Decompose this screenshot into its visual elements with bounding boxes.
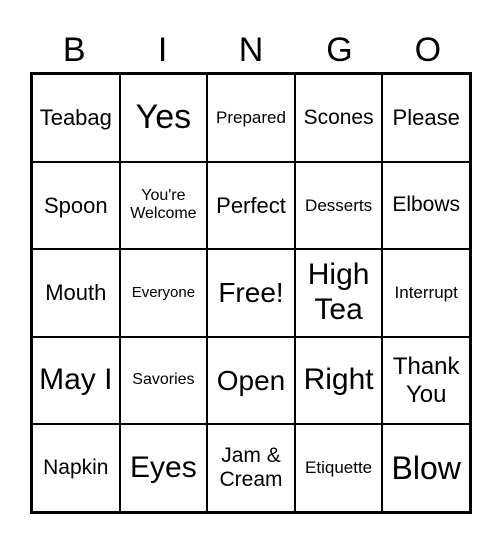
bingo-cell[interactable]: Savories [119,336,208,425]
bingo-cell[interactable]: Yes [119,74,208,162]
header-letter-n: N [238,31,264,69]
bingo-cell[interactable]: May I [32,336,120,425]
bingo-cell[interactable]: Spoon [32,161,120,250]
header-letter-g: G [326,31,353,69]
header-letter-o: O [414,31,442,69]
bingo-cell[interactable]: Scones [294,74,383,162]
bingo-cell[interactable]: Napkin [32,424,120,512]
bingo-cell[interactable]: Eyes [119,424,208,512]
bingo-cell[interactable]: You're Welcome [119,161,208,250]
bingo-grid: Teabag Yes Prepared Scones Please Spoon You're… [30,72,472,514]
bingo-cell[interactable]: Desserts [294,161,383,250]
bingo-cell[interactable]: Open [207,336,295,425]
bingo-cell[interactable]: Elbows [382,161,470,250]
header-letter-b: B [62,31,86,69]
header-letter-i: I [157,31,168,69]
bingo-header: B I N G O [30,28,472,72]
bingo-cell[interactable]: Perfect [207,161,295,250]
bingo-cell[interactable]: Teabag [32,74,120,162]
bingo-cell[interactable]: Mouth [32,249,120,337]
bingo-cell[interactable]: Please [382,74,470,162]
bingo-cell[interactable]: Jam & Cream [207,424,295,512]
bingo-cell[interactable]: Prepared [207,74,295,162]
bingo-cell[interactable]: Everyone [119,249,208,337]
bingo-cell[interactable]: Etiquette [294,424,383,512]
bingo-cell[interactable]: Right [294,336,383,425]
bingo-cell[interactable]: High Tea [294,249,383,337]
bingo-cell[interactable]: Blow [382,424,470,512]
bingo-cell[interactable]: Thank You [382,336,470,425]
bingo-cell[interactable]: Interrupt [382,249,470,337]
bingo-cell[interactable]: Free! [207,249,295,337]
